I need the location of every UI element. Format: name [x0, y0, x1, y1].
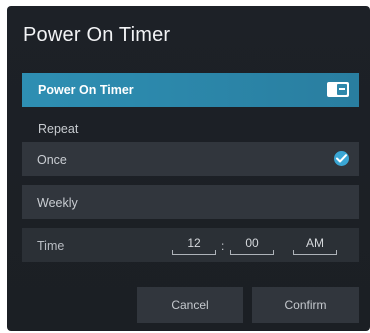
toggle-icon[interactable] — [327, 82, 349, 97]
confirm-button[interactable]: Confirm — [252, 287, 359, 323]
option-once-label: Once — [37, 153, 67, 167]
power-on-timer-toggle-label: Power On Timer — [38, 83, 134, 97]
check-icon — [334, 151, 349, 166]
power-on-timer-toggle-row[interactable]: Power On Timer — [22, 73, 359, 107]
repeat-label: Repeat — [38, 122, 79, 136]
period-value: AM — [306, 236, 324, 250]
period-field[interactable]: AM — [293, 234, 337, 256]
minute-value: 00 — [245, 236, 259, 250]
power-on-timer-dialog: Power On Timer Power On Timer Repeat Onc… — [7, 6, 370, 331]
time-row: Time 12 : 00 AM — [22, 228, 359, 262]
repeat-option-once[interactable]: Once — [22, 142, 359, 176]
repeat-option-weekly[interactable]: Weekly — [22, 185, 359, 219]
hour-value: 12 — [187, 236, 201, 250]
minute-field[interactable]: 00 — [230, 234, 274, 256]
cancel-button[interactable]: Cancel — [137, 287, 243, 323]
time-label: Time — [37, 239, 65, 253]
option-weekly-label: Weekly — [37, 196, 78, 210]
dialog-title: Power On Timer — [23, 24, 171, 46]
hour-field[interactable]: 12 — [172, 234, 216, 256]
time-separator: : — [221, 239, 225, 253]
